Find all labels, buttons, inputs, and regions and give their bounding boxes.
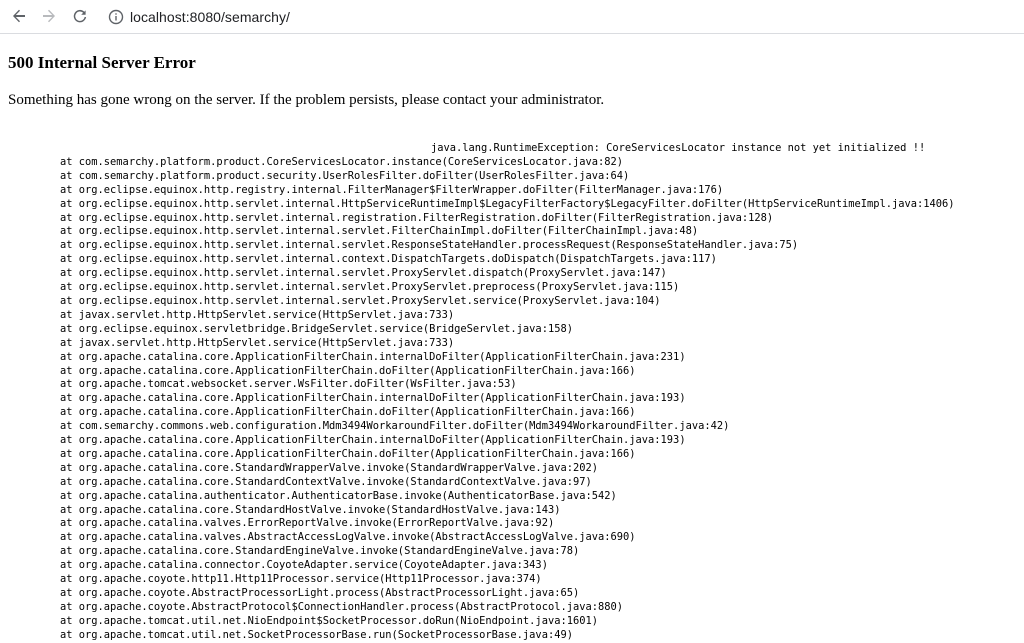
stack-trace-line: at org.apache.catalina.core.StandardCont…	[60, 475, 592, 488]
stack-trace-line: at com.semarchy.platform.product.CoreSer…	[60, 155, 624, 168]
stack-trace-line: at org.apache.catalina.core.ApplicationF…	[60, 434, 686, 447]
stack-trace-line: at org.apache.catalina.core.ApplicationF…	[60, 350, 686, 363]
stack-trace-line: at org.apache.tomcat.util.net.SocketProc…	[60, 628, 573, 641]
stack-trace-line: at org.eclipse.equinox.http.servlet.inte…	[60, 281, 680, 294]
stack-trace-line: at org.apache.catalina.valves.AbstractAc…	[60, 531, 636, 544]
page-title: 500 Internal Server Error	[8, 53, 196, 72]
address-bar[interactable]: localhost:8080/semarchy/	[102, 4, 1024, 29]
stack-trace-line: at org.apache.coyote.AbstractProtocol$Co…	[60, 600, 624, 613]
stack-trace-line: at org.apache.catalina.valves.ErrorRepor…	[60, 517, 555, 530]
stack-trace-line: at org.apache.catalina.core.ApplicationF…	[60, 406, 636, 419]
info-icon[interactable]	[108, 9, 124, 25]
stack-trace-line: at org.eclipse.equinox.http.servlet.inte…	[60, 225, 699, 238]
reload-icon	[73, 9, 87, 23]
stack-trace-line: at org.eclipse.equinox.http.servlet.inte…	[60, 294, 661, 307]
stack-trace-line: at org.eclipse.equinox.http.servlet.inte…	[60, 211, 774, 224]
error-message: Something has gone wrong on the server. …	[8, 92, 605, 108]
stack-trace: java.lang.RuntimeException: CoreServices…	[8, 142, 1016, 643]
stack-trace-line: at org.apache.catalina.connector.CoyoteA…	[60, 559, 548, 572]
forward-button[interactable]	[39, 6, 59, 26]
browser-toolbar: localhost:8080/semarchy/	[0, 0, 1024, 34]
stack-trace-line: at org.apache.tomcat.websocket.server.Ws…	[60, 378, 517, 391]
stack-trace-line: at org.eclipse.equinox.servletbridge.Bri…	[60, 322, 573, 335]
stack-trace-line: at org.eclipse.equinox.http.registry.int…	[60, 183, 724, 196]
reload-button[interactable]	[70, 6, 90, 26]
arrow-left-icon	[13, 9, 25, 23]
stack-trace-line: at org.eclipse.equinox.http.servlet.inte…	[60, 197, 955, 210]
arrow-right-icon	[43, 9, 55, 23]
stack-trace-line: at org.apache.catalina.core.StandardWrap…	[60, 461, 598, 474]
stack-trace-line: at org.apache.catalina.core.ApplicationF…	[60, 364, 636, 377]
back-button[interactable]	[9, 6, 29, 26]
stack-trace-line: at com.semarchy.commons.web.configuratio…	[60, 420, 730, 433]
stack-trace-line: at org.eclipse.equinox.http.servlet.inte…	[60, 239, 799, 252]
stack-trace-line: at javax.servlet.http.HttpServlet.servic…	[60, 336, 455, 349]
url-text[interactable]: localhost:8080/semarchy/	[130, 9, 290, 25]
stack-trace-line: at org.eclipse.equinox.http.servlet.inte…	[60, 267, 667, 280]
stack-trace-line: at org.apache.catalina.core.StandardHost…	[60, 503, 561, 516]
stack-trace-line: at org.apache.tomcat.util.net.NioEndpoin…	[60, 614, 598, 627]
page-content: 500 Internal Server Error Something has …	[0, 53, 1024, 643]
stack-trace-line: at org.apache.catalina.core.StandardEngi…	[60, 545, 580, 558]
exception-line: java.lang.RuntimeException: CoreServices…	[431, 142, 926, 154]
stack-trace-line: at com.semarchy.platform.product.securit…	[60, 169, 630, 182]
stack-trace-line: at org.eclipse.equinox.http.servlet.inte…	[60, 253, 717, 266]
stack-trace-line: at org.apache.catalina.core.ApplicationF…	[60, 392, 686, 405]
stack-trace-line: at org.apache.coyote.http11.Http11Proces…	[60, 573, 542, 586]
stack-trace-line: at org.apache.coyote.AbstractProcessorLi…	[60, 587, 580, 599]
stack-trace-line: at org.apache.catalina.core.ApplicationF…	[60, 447, 636, 460]
stack-trace-line: at org.apache.catalina.authenticator.Aut…	[60, 489, 617, 502]
stack-trace-line: at javax.servlet.http.HttpServlet.servic…	[60, 308, 455, 321]
